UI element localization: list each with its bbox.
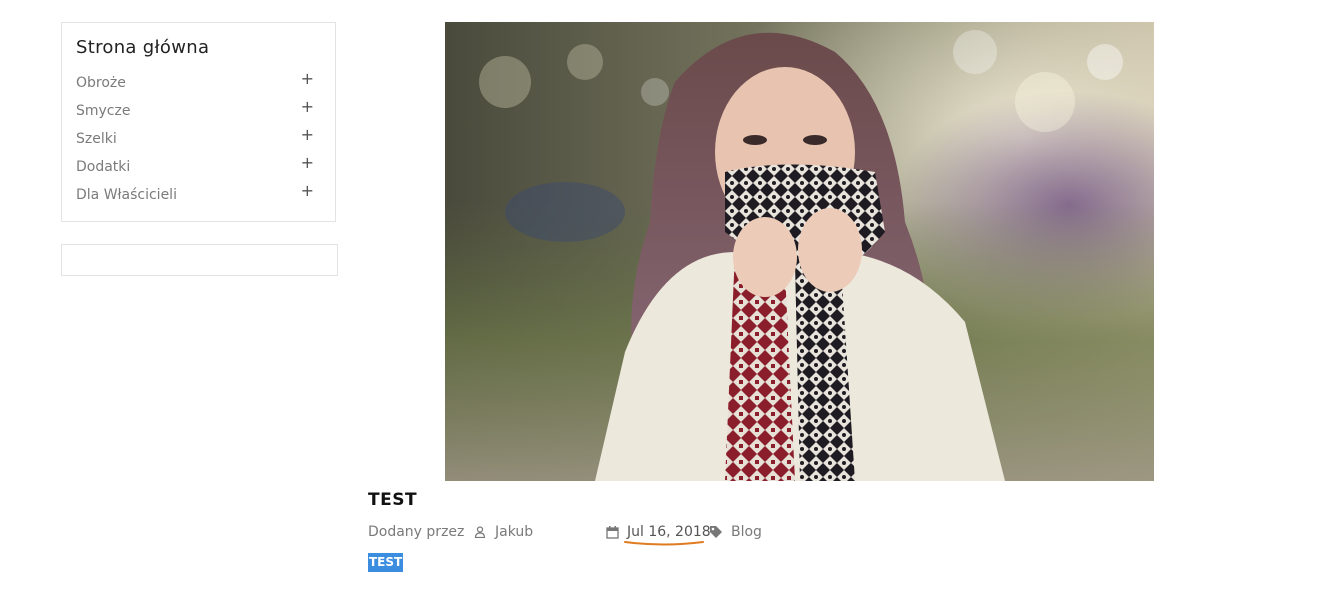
category-item-obroze[interactable]: Obroże + [76,71,324,99]
category-label[interactable]: Smycze [76,103,130,119]
category-sidebar: Strona główna Obroże + Smycze + Szelki +… [61,22,336,222]
category-item-smycze[interactable]: Smycze + [76,99,324,127]
sidebar-title[interactable]: Strona główna [76,37,209,58]
tag-icon [710,526,722,538]
user-icon [474,526,486,538]
category-item-szelki[interactable]: Szelki + [76,127,324,155]
sidebar-empty-widget [61,244,338,276]
featured-photo [445,22,1154,481]
date-underline-mark [624,541,704,546]
added-by-label: Dodany przez [368,524,465,540]
expand-plus-icon[interactable]: + [301,127,314,143]
expand-plus-icon[interactable]: + [301,99,314,115]
category-label[interactable]: Dla Właścicieli [76,187,177,203]
expand-plus-icon[interactable]: + [301,71,314,87]
post-excerpt-selected[interactable]: TEST [368,553,404,572]
category-label[interactable]: Dodatki [76,159,130,175]
post-title[interactable]: TEST [368,490,417,510]
category-label[interactable]: Szelki [76,131,117,147]
expand-plus-icon[interactable]: + [301,155,314,171]
calendar-icon [606,526,619,539]
post-author-link[interactable]: Jakub [495,522,533,542]
category-item-dla-wlascicieli[interactable]: Dla Właścicieli + [76,183,324,211]
category-label[interactable]: Obroże [76,75,126,91]
expand-plus-icon[interactable]: + [301,183,314,199]
post-tag-link[interactable]: Blog [731,522,762,542]
post-featured-image[interactable] [445,22,1154,481]
category-list: Obroże + Smycze + Szelki + Dodatki + Dla… [76,71,324,211]
category-item-dodatki[interactable]: Dodatki + [76,155,324,183]
